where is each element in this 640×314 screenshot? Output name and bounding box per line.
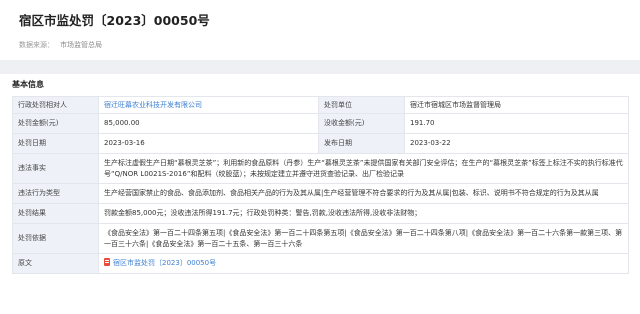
basic-info-card: 基本信息 行政处罚相对人 宿迁旺幕农业科技开发有限公司 处罚单位 宿迁市宿城区市… [0, 74, 640, 314]
basis-value: 《食品安全法》第一百二十四条第五项|《食品安全法》第一百二十四条第五项|《食品安… [98, 223, 629, 254]
publish-date-label: 发布日期 [318, 133, 405, 154]
facts-value: 生产标注虚假生产日期“慕根灵芝茶”；利用新的食品原料（丹参）生产“慕根灵芝茶”未… [98, 153, 629, 184]
table-row: 行政处罚相对人 宿迁旺幕农业科技开发有限公司 处罚单位 宿迁市宿城区市场监督管理… [12, 96, 629, 114]
page-title: 宿区市监处罚〔2023〕00050号 [19, 13, 210, 28]
page-header: 宿区市监处罚〔2023〕00050号 数据来源： 市场监管总局 [0, 0, 640, 60]
table-row: 处罚结果 罚款金额85,000元；没收违法所得191.7元；行政处罚种类：警告,… [12, 203, 629, 224]
confiscation-value: 191.70 [404, 113, 629, 134]
table-row: 处罚日期 2023-03-16 发布日期 2023-03-22 [12, 133, 629, 154]
penalty-date-label: 处罚日期 [12, 133, 99, 154]
pdf-file-icon [104, 258, 110, 266]
violation-type-value: 生产经营国家禁止的食品、食品添加剂、食品相关产品的行为及其从属|生产经营管理不符… [98, 183, 629, 204]
unit-value: 宿迁市宿城区市场监督管理局 [404, 96, 629, 114]
result-value: 罚款金额85,000元；没收违法所得191.7元；行政处罚种类：警告,罚款,没收… [98, 203, 629, 224]
party-value: 宿迁旺幕农业科技开发有限公司 [98, 96, 319, 114]
unit-label: 处罚单位 [318, 96, 405, 114]
section-title: 基本信息 [12, 80, 44, 89]
info-table: 行政处罚相对人 宿迁旺幕农业科技开发有限公司 处罚单位 宿迁市宿城区市场监督管理… [12, 96, 629, 274]
original-label: 原文 [12, 253, 99, 274]
fine-value: 85,000.00 [98, 113, 319, 134]
data-source-label: 数据来源： [19, 41, 54, 49]
party-label: 行政处罚相对人 [12, 96, 99, 114]
violation-type-label: 违法行为类型 [12, 183, 99, 204]
result-label: 处罚结果 [12, 203, 99, 224]
penalty-date-value: 2023-03-16 [98, 133, 319, 154]
table-row: 原文 宿区市监处罚〔2023〕00050号 [12, 253, 629, 274]
data-source: 数据来源： 市场监管总局 [19, 40, 102, 50]
facts-label: 违法事实 [12, 153, 99, 184]
table-row: 违法事实 生产标注虚假生产日期“慕根灵芝茶”；利用新的食品原料（丹参）生产“慕根… [12, 153, 629, 184]
original-value: 宿区市监处罚〔2023〕00050号 [98, 253, 629, 274]
table-row: 处罚依据 《食品安全法》第一百二十四条第五项|《食品安全法》第一百二十四条第五项… [12, 223, 629, 254]
data-source-value: 市场监管总局 [60, 41, 102, 49]
fine-label: 处罚金额(元) [12, 113, 99, 134]
publish-date-value: 2023-03-22 [404, 133, 629, 154]
original-document-link[interactable]: 宿区市监处罚〔2023〕00050号 [113, 259, 216, 267]
table-row: 处罚金额(元) 85,000.00 没收金额(元) 191.70 [12, 113, 629, 134]
basis-label: 处罚依据 [12, 223, 99, 254]
party-link[interactable]: 宿迁旺幕农业科技开发有限公司 [104, 101, 202, 109]
confiscation-label: 没收金额(元) [318, 113, 405, 134]
table-row: 违法行为类型 生产经营国家禁止的食品、食品添加剂、食品相关产品的行为及其从属|生… [12, 183, 629, 204]
